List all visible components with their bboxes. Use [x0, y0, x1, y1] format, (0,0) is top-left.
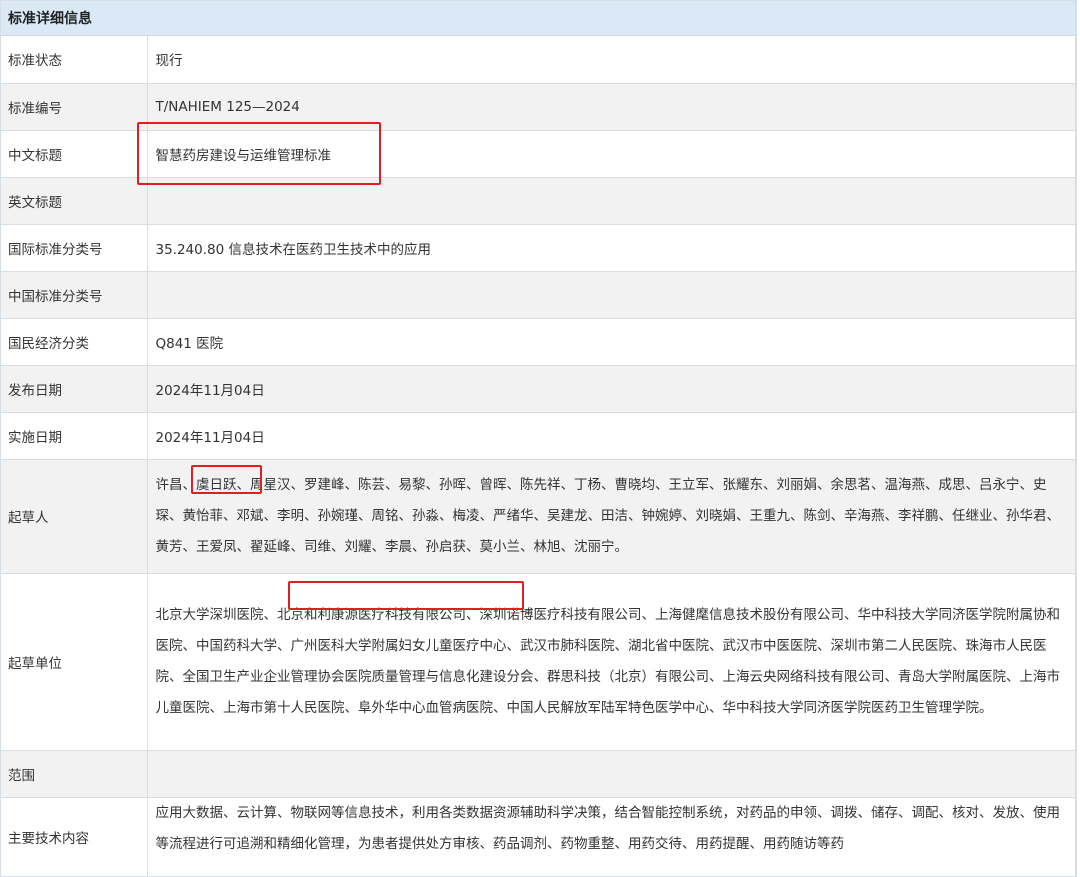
highlight-box-unit — [287, 580, 524, 610]
row-label: 范围 — [1, 750, 148, 798]
row-value: 现行 — [147, 36, 1075, 84]
row-value: T/NAHIEM 125—2024 — [147, 83, 1075, 131]
row-value: 2024年11月04日 — [147, 365, 1075, 413]
row-label: 标准状态 — [1, 36, 148, 84]
panel-title: 标准详细信息 — [1, 1, 1075, 36]
table-row: 主要技术内容 应用大数据、云计算、物联网等信息技术，利用各类数据资源辅助科学决策… — [1, 797, 1075, 876]
table-row: 发布日期 2024年11月04日 — [1, 365, 1075, 413]
table-row: 标准编号 T/NAHIEM 125—2024 — [1, 83, 1075, 131]
row-label: 主要技术内容 — [1, 797, 148, 876]
row-label: 起草单位 — [1, 573, 148, 751]
row-value: Q841 医院 — [147, 318, 1075, 366]
table-row: 国民经济分类 Q841 医院 — [1, 318, 1075, 366]
row-label: 起草人 — [1, 459, 148, 574]
row-label: 实施日期 — [1, 412, 148, 460]
row-label: 中文标题 — [1, 130, 148, 178]
drafters-text: 许昌、虞日跃、周星汉、罗建峰、陈芸、易黎、孙晖、曾晖、陈先祥、丁杨、曹晓均、王立… — [155, 476, 1061, 555]
row-label: 标准编号 — [1, 83, 148, 131]
chinese-title-text: 智慧药房建设与运维管理标准 — [155, 147, 332, 164]
table-row: 起草单位 北京大学深圳医院、北京和利康源医疗科技有限公司、深圳诺博医疗科技有限公… — [1, 573, 1075, 751]
table-row: 起草人 许昌、虞日跃、周星汉、罗建峰、陈芸、易黎、孙晖、曾晖、陈先祥、丁杨、曹晓… — [1, 459, 1075, 574]
row-value: 许昌、虞日跃、周星汉、罗建峰、陈芸、易黎、孙晖、曾晖、陈先祥、丁杨、曹晓均、王立… — [147, 459, 1075, 574]
row-label: 发布日期 — [1, 365, 148, 413]
row-value — [147, 271, 1075, 319]
detail-table: 标准状态 现行 标准编号 T/NAHIEM 125—2024 中文标题 智慧药房… — [1, 36, 1075, 876]
table-row: 实施日期 2024年11月04日 — [1, 412, 1075, 460]
row-value: 2024年11月04日 — [147, 412, 1075, 460]
row-label: 国际标准分类号 — [1, 224, 148, 272]
table-row: 中国标准分类号 — [1, 271, 1075, 319]
row-value: 应用大数据、云计算、物联网等信息技术，利用各类数据资源辅助科学决策，结合智能控制… — [147, 797, 1075, 876]
row-value — [147, 177, 1075, 225]
row-label: 英文标题 — [1, 177, 148, 225]
table-row: 范围 — [1, 750, 1075, 798]
table-row: 国际标准分类号 35.240.80 信息技术在医药卫生技术中的应用 — [1, 224, 1075, 272]
row-value: 北京大学深圳医院、北京和利康源医疗科技有限公司、深圳诺博医疗科技有限公司、上海健… — [147, 573, 1075, 751]
row-value — [147, 750, 1075, 798]
table-row: 标准状态 现行 — [1, 36, 1075, 84]
table-row: 中文标题 智慧药房建设与运维管理标准 — [1, 121, 1075, 185]
row-value: 智慧药房建设与运维管理标准 — [136, 121, 1075, 185]
row-label: 中国标准分类号 — [1, 271, 148, 319]
table-row: 英文标题 — [1, 177, 1075, 225]
row-label: 国民经济分类 — [1, 318, 148, 366]
row-value: 35.240.80 信息技术在医药卫生技术中的应用 — [147, 224, 1075, 272]
drafting-units-text: 北京大学深圳医院、北京和利康源医疗科技有限公司、深圳诺博医疗科技有限公司、上海健… — [155, 606, 1061, 716]
standard-detail-panel: 标准详细信息 标准状态 现行 标准编号 T/NAHIEM 125—2024 中文… — [0, 0, 1077, 877]
